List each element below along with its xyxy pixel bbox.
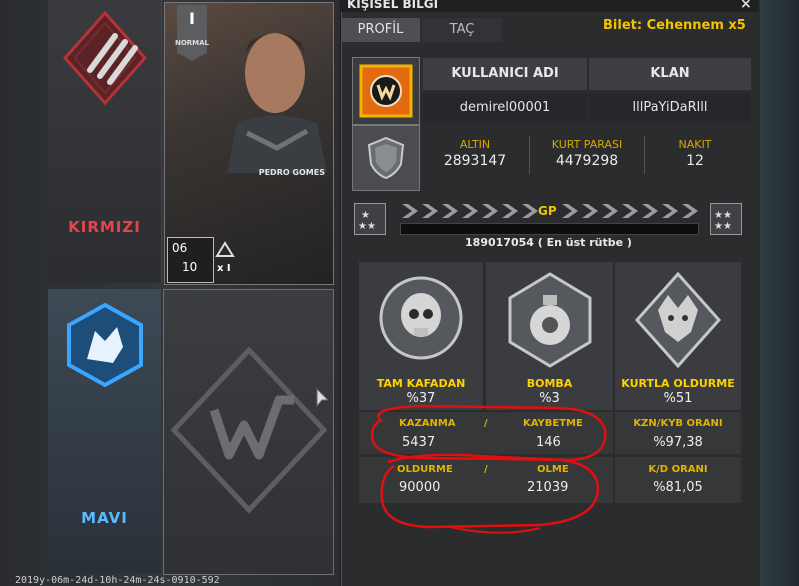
clan-value[interactable]: lllPaYiDaRlll — [589, 93, 751, 123]
rank-emblem[interactable] — [352, 125, 420, 191]
stat-name: TAM KAFADAN — [376, 377, 466, 390]
stat-wolf-kill[interactable]: KURTLA OLDURME %51 — [615, 262, 741, 410]
gp-text: 189017054 ( En üst rütbe ) — [465, 236, 632, 249]
clan-header: KLAN — [589, 58, 751, 90]
svg-text:★★: ★★ — [714, 221, 732, 232]
stat-headshot[interactable]: TAM KAFADAN %37 — [359, 262, 483, 410]
cursor-icon — [316, 388, 330, 408]
close-button[interactable]: × — [740, 0, 752, 12]
gp-label: GP — [538, 204, 557, 218]
kd-ratio-label: K/D ORANI — [648, 464, 708, 475]
wolf-coin-label: KURT PARASI — [551, 138, 623, 151]
claw-emblem-icon — [62, 10, 148, 106]
mountain-warning-icon — [215, 241, 235, 257]
stat-bomb[interactable]: BOMBA %3 — [486, 262, 613, 410]
wolf-emblem-icon — [634, 271, 722, 369]
gold-label: ALTIN — [459, 138, 491, 151]
count-bottom: 10 — [182, 260, 198, 274]
skull-emblem-icon — [379, 276, 463, 360]
avatar[interactable] — [352, 57, 420, 125]
tab-crown[interactable]: TAÇ — [422, 18, 502, 42]
mode-label: NORMAL — [174, 39, 210, 47]
username-header: KULLANICI ADI — [423, 58, 587, 90]
team-blue-label: MAVI — [81, 509, 128, 527]
stars-icon: ★★★★ — [714, 210, 732, 232]
background-edge — [760, 0, 799, 586]
rank-numeral: I — [189, 9, 195, 28]
tab-profile[interactable]: PROFİL — [341, 18, 420, 42]
gp-progress-fill — [401, 224, 698, 234]
count-top: 06 — [172, 241, 188, 255]
gold-value: 2893147 — [443, 153, 507, 169]
stat-value: %51 — [663, 391, 693, 406]
win-ratio-label: KZN/KYB ORANI — [633, 418, 723, 429]
divider — [529, 136, 530, 174]
ticket-label: Bilet: Cehennem x5 — [603, 18, 746, 33]
kd-ratio-value: %81,05 — [653, 480, 703, 495]
player-card[interactable]: I NORMAL PEDRO GOMES 06 10 x I — [164, 2, 334, 285]
cash-label: NAKIT — [678, 138, 712, 151]
team-blue-panel[interactable]: MAVI — [48, 289, 161, 573]
count-box: 06 10 — [167, 237, 214, 283]
shield-icon — [367, 136, 405, 180]
win-ratio-value: %97,38 — [653, 435, 703, 450]
cash-value: 12 — [686, 153, 704, 169]
soldier-portrait — [227, 33, 327, 173]
svg-text:★★: ★★ — [358, 221, 376, 232]
stat-name: KURTLA OLDURME — [621, 377, 735, 390]
clan-logo-icon — [359, 64, 413, 118]
svg-text:★★: ★★ — [714, 210, 732, 221]
annotation-circles — [370, 404, 607, 534]
current-rank-icon: ★ ★★ — [354, 203, 386, 235]
team-red-panel[interactable]: KIRMIZI — [48, 0, 162, 283]
stars-icon: ★★★ — [358, 210, 376, 232]
timestamp: 2019y-06m-24d-10h-24m-24s-0910-592 — [15, 575, 220, 586]
wf-logo-icon — [170, 346, 328, 514]
divider — [644, 136, 645, 174]
svg-text:★: ★ — [361, 210, 370, 221]
empty-slot-card[interactable] — [163, 289, 334, 575]
multiplier-label: x I — [217, 263, 231, 274]
team-red-label: KIRMIZI — [68, 218, 141, 236]
window-title: KIŞISEL BILGI — [347, 0, 439, 11]
gp-progress-bar — [400, 223, 699, 235]
next-rank-icon: ★★ ★★ — [710, 203, 742, 235]
username-value: demirel00001 — [423, 93, 587, 123]
wolf-emblem-icon — [67, 302, 143, 388]
stat-name: BOMBA — [526, 377, 573, 390]
wolf-coin-value: 4479298 — [555, 153, 619, 169]
bomb-emblem-icon — [508, 272, 592, 368]
player-name: PEDRO GOMES — [258, 168, 325, 177]
